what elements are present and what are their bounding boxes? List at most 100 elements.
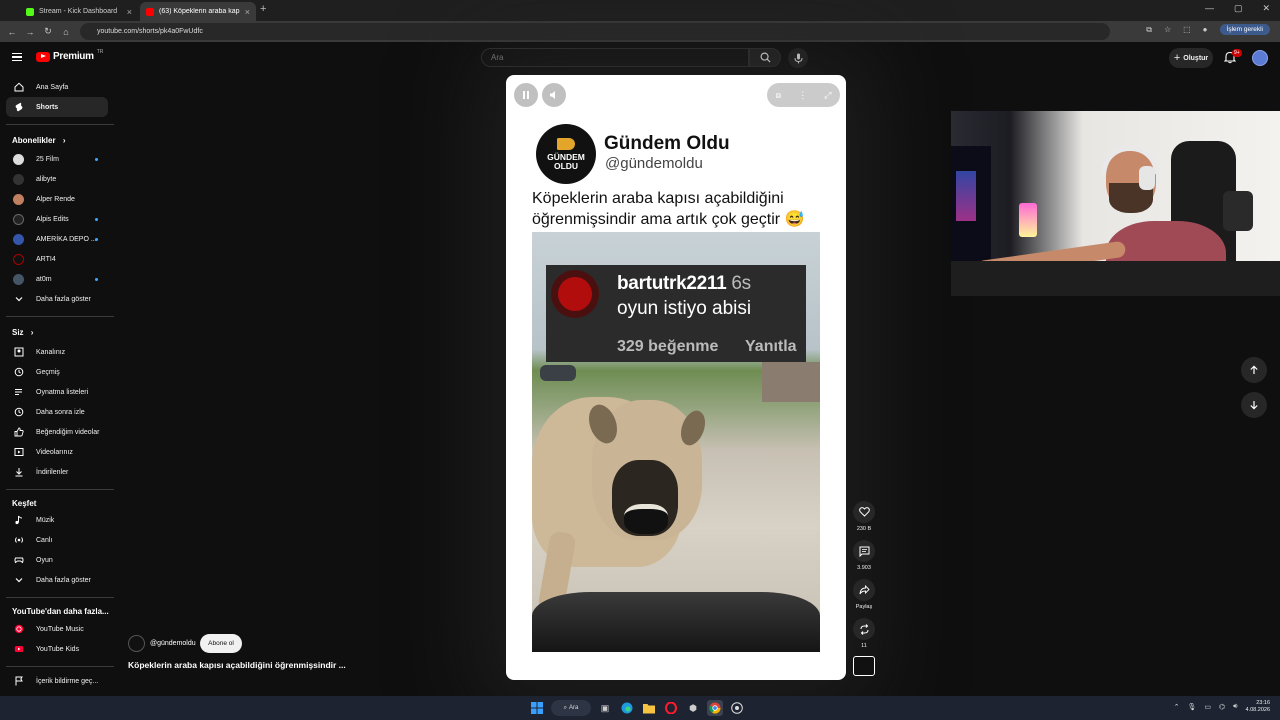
sidebar-item-downloads[interactable]: İndirilenler [6,462,108,482]
home-icon[interactable]: ⌂ [57,27,75,37]
notification-badge: 9+ [1232,49,1242,57]
show-more-subscriptions[interactable]: Daha fazla göster [6,289,108,309]
close-icon[interactable]: × [127,7,132,17]
profile-icon[interactable]: ● [1203,25,1208,34]
taskbar-search[interactable]: ⌕ Ara [551,700,591,716]
previous-short-button[interactable] [1241,357,1267,383]
sidebar-item-report-history[interactable]: İçerik bildirme geç... [6,671,108,691]
account-avatar[interactable] [1252,50,1268,66]
like-button[interactable] [853,501,875,523]
sidebar-sub-25-film[interactable]: 25 Film [6,149,108,169]
sidebar-item-history[interactable]: Geçmiş [6,362,108,382]
sidebar-item-home[interactable]: Ana Sayfa [6,77,108,97]
comment-button[interactable] [853,540,875,562]
sidebar-sub-arti4[interactable]: ARTI4 [6,249,108,269]
chevron-up-icon[interactable]: ⌃ [1174,703,1180,711]
sidebar-sub-alper-rende[interactable]: Alper Rende [6,189,108,209]
bookmark-star-icon[interactable]: ☆ [1164,25,1171,34]
app-icon[interactable]: ⬢ [685,700,701,716]
windows-start-icon[interactable] [529,700,545,716]
url-field[interactable]: youtube.com/shorts/pk4a0FwUdfc [80,23,1110,40]
sidebar-item-shorts[interactable]: Shorts [6,97,108,117]
next-short-button[interactable] [1241,392,1267,418]
create-button[interactable]: + Oluştur [1169,48,1213,68]
sidebar-item-liked-videos[interactable]: Beğendiğim videolar [6,422,108,442]
like-action[interactable]: 230 B [853,501,875,532]
sidebar-item-music[interactable]: Müzik [6,510,108,530]
file-explorer-icon[interactable] [641,700,657,716]
sidebar-item-your-channel[interactable]: Kanalınız [6,342,108,362]
install-icon[interactable]: ⧉ [1146,25,1152,35]
you-heading[interactable]: Siz › [12,328,33,337]
logo-text: OLDU [553,160,579,171]
forward-icon[interactable]: → [21,27,39,37]
new-tab-button[interactable]: + [260,3,266,15]
reload-icon[interactable]: ↻ [39,26,57,37]
youtube-logo[interactable]: Premium TR [36,49,103,62]
voice-search-button[interactable] [788,48,808,68]
close-icon[interactable]: × [245,7,250,17]
fullscreen-icon[interactable]: ⤢ [824,90,831,101]
captions-icon[interactable]: ⧈ [776,90,782,101]
minimize-icon[interactable]: — [1205,3,1214,14]
flag-icon [8,676,30,686]
tab-youtube-short[interactable]: (63) Köpeklerin araba kapısı... × [140,2,256,21]
search-button[interactable] [749,48,781,67]
divider [6,666,114,667]
edge-icon[interactable] [619,700,635,716]
channel-avatar[interactable] [128,635,145,652]
pause-button[interactable] [514,83,538,107]
share-action[interactable]: Paylaş [853,579,875,610]
chrome-icon[interactable] [707,700,723,716]
sidebar-item-your-videos[interactable]: Videolarınız [6,442,108,462]
close-window-icon[interactable]: ✕ [1262,3,1270,14]
remix-action[interactable]: 11 [853,618,875,649]
home-icon [8,82,30,92]
back-icon[interactable]: ← [3,27,21,37]
sidebar-sub-alpis-edits[interactable]: Alpis Edits [6,209,108,229]
maximize-icon[interactable]: ▢ [1234,3,1243,14]
short-video-player[interactable]: ⧈ ⋮ ⤢ GÜNDEM OLDU Gündem Oldu @gündemold… [506,75,846,680]
display-icon[interactable]: ▭ [1204,703,1211,711]
tab-kick-dashboard[interactable]: Stream - Kick Dashboard × [20,2,138,21]
task-view-icon[interactable]: ▣ [597,700,613,716]
comment-action[interactable]: 3.903 [853,540,875,571]
taskbar-apps: ⌕ Ara ▣ ⬢ [529,700,745,716]
sidebar-item-live[interactable]: Canlı [6,530,108,550]
obs-icon[interactable] [729,700,745,716]
sidebar: Ana Sayfa Shorts Abonelikler › 25 Film a… [0,74,116,696]
sidebar-item-playlists[interactable]: Oynatma listeleri [6,382,108,402]
menu-icon[interactable] [12,53,22,61]
extensions-icon[interactable]: ⬚ [1183,25,1191,34]
network-icon[interactable]: ⌬ [1219,703,1225,711]
remix-button[interactable] [853,618,875,640]
sidebar-item-label: Müzik [36,516,55,524]
sidebar-sub-amerika-depo[interactable]: AMERİKA DEPO ... [6,229,108,249]
sound-thumbnail[interactable] [853,656,875,676]
more-options-icon[interactable]: ⋮ [798,90,807,101]
subscriptions-heading[interactable]: Abonelikler › [12,136,65,145]
logo-label: Premium [53,51,94,62]
channel-avatar [13,173,24,185]
new-content-dot [95,237,98,241]
sidebar-item-gaming[interactable]: Oyun [6,550,108,570]
sidebar-sub-at0m[interactable]: at0m [6,269,108,289]
sidebar-item-youtube-music[interactable]: YouTube Music [6,619,108,639]
sidebar-item-label: Ana Sayfa [36,83,69,91]
share-button[interactable] [853,579,875,601]
volume-button[interactable] [542,83,566,107]
speaker-icon[interactable]: 🔊︎ [1233,703,1237,711]
sidebar-item-watch-later[interactable]: Daha sonra izle [6,402,108,422]
microphone-icon[interactable]: 🎙︎ [1187,703,1196,711]
taskbar-clock[interactable]: 23:16 4.08.2026 [1246,700,1270,714]
opera-icon[interactable] [663,700,679,716]
channel-handle[interactable]: @gündemoldu [150,640,196,647]
video-title[interactable]: Köpeklerin araba kapısı açabildiğini öğr… [128,660,488,670]
search-input[interactable]: Ara [481,48,749,67]
update-button[interactable]: İşlem gerekli [1219,24,1270,35]
subscribe-button[interactable]: Abone ol [200,634,242,653]
sidebar-sub-alibyte[interactable]: alibyte [6,169,108,189]
sidebar-item-youtube-kids[interactable]: YouTube Kids [6,639,108,659]
show-more-explore[interactable]: Daha fazla göster [6,570,108,590]
arrow-up-icon [1250,365,1258,374]
